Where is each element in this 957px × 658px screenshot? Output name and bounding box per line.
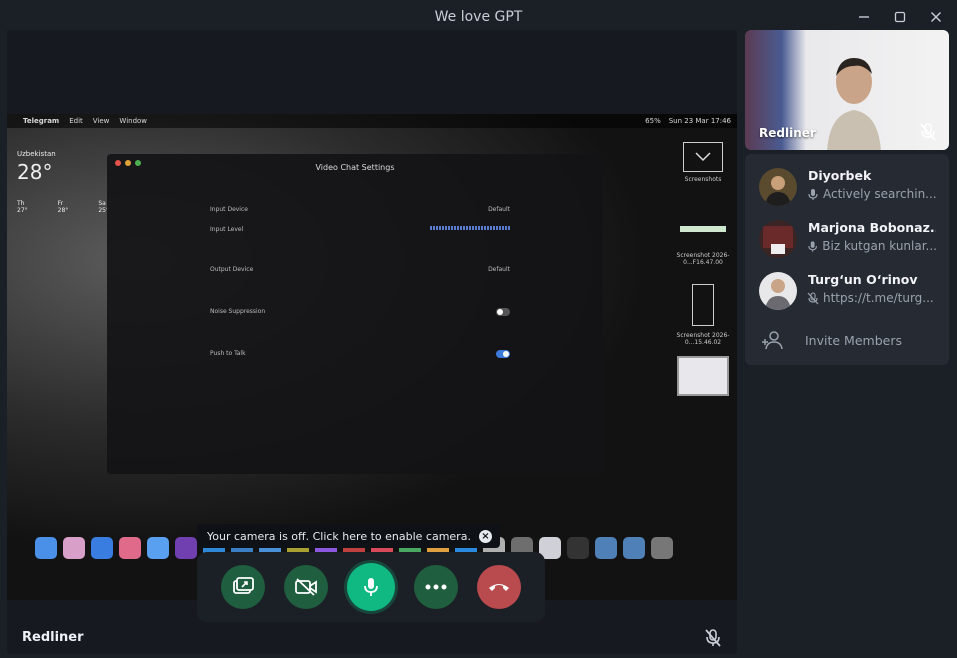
menubar-app: Telegram xyxy=(23,117,60,125)
menubar-battery: 65% xyxy=(645,117,661,125)
window-title: We love GPT xyxy=(434,9,523,25)
participant-video xyxy=(827,58,881,150)
menubar-item: Window xyxy=(119,117,148,125)
microphone-icon xyxy=(364,578,378,596)
video-chat-settings-window: Video Chat Settings Input Device Default … xyxy=(107,154,603,474)
call-controls-bar xyxy=(197,552,545,622)
screen-share-icon xyxy=(232,577,254,594)
mic-off-icon xyxy=(807,291,819,304)
microphone-button[interactable] xyxy=(346,563,395,611)
member-name: Marjona Bobonaz... xyxy=(808,220,936,235)
close-icon xyxy=(931,12,941,22)
weather-widget: Uzbekistan 28° Th 27° Fr 28° Sa 25° xyxy=(17,150,109,226)
desktop-folder: Screenshots xyxy=(673,142,733,183)
desktop-thumbnail xyxy=(677,356,729,396)
weather-temp: 28° xyxy=(17,160,53,184)
toast-text: Your camera is off. Click here to enable… xyxy=(207,529,471,543)
desktop-file: Screenshot 2026-0...F16.47.00 xyxy=(673,226,733,266)
call-window: We love GPT Telegram Edit View Window 65… xyxy=(0,0,957,658)
title-bar: We love GPT xyxy=(0,0,957,34)
stage-speaker-name: Redliner xyxy=(22,630,84,645)
member-name: Diyorbek xyxy=(808,168,872,183)
settings-row: Push to Talk xyxy=(210,350,510,358)
menubar-item: Edit xyxy=(69,117,83,125)
member-item[interactable]: Turg‘un O‘rinov https://t.me/turg... xyxy=(745,258,949,310)
desktop-file: Screenshot 2026-0...15.46.02 xyxy=(673,284,733,346)
chevron-down-icon xyxy=(683,142,723,172)
camera-button[interactable] xyxy=(283,565,328,609)
menubar-item: View xyxy=(92,117,110,125)
avatar xyxy=(759,272,797,310)
self-name: Redliner xyxy=(759,126,816,140)
microphone-icon xyxy=(808,240,817,252)
add-user-icon xyxy=(762,331,783,350)
more-dots-icon xyxy=(425,584,447,590)
maximize-icon xyxy=(894,11,906,23)
close-button[interactable] xyxy=(921,6,951,28)
shared-menubar: Telegram Edit View Window 65% Sun 23 Mar… xyxy=(7,114,737,128)
settings-row: Input Level xyxy=(210,226,510,233)
members-panel: Diyorbek Actively searchin... Marjona Bo… xyxy=(745,154,949,365)
toggle xyxy=(496,308,510,316)
video-off-icon xyxy=(294,578,317,596)
main-video-stage[interactable]: Telegram Edit View Window 65% Sun 23 Mar… xyxy=(7,30,737,654)
settings-row: Input Device Default xyxy=(210,206,510,213)
camera-off-toast[interactable]: Your camera is off. Click here to enable… xyxy=(197,524,500,548)
member-status: https://t.me/turg... xyxy=(807,291,937,305)
weather-day: Fr 28° xyxy=(57,200,69,214)
settings-row: Output Device Default xyxy=(210,266,510,273)
avatar xyxy=(759,168,797,206)
self-video-tile[interactable]: Redliner xyxy=(745,30,949,150)
microphone-icon xyxy=(808,188,818,200)
member-status: Biz kutgan kunlar... xyxy=(807,239,937,253)
screen-share-button[interactable] xyxy=(220,565,265,609)
invite-members-button[interactable]: Invite Members xyxy=(761,330,902,350)
weather-day: Th 27° xyxy=(17,200,28,214)
input-level-bar xyxy=(430,226,510,230)
mic-off-icon xyxy=(704,628,722,652)
member-name: Turg‘un O‘rinov xyxy=(808,272,918,287)
weather-city: Uzbekistan xyxy=(17,150,56,158)
window-controls xyxy=(849,6,951,28)
maximize-button[interactable] xyxy=(885,6,915,28)
menubar-clock: Sun 23 Mar 17:46 xyxy=(668,117,731,125)
member-item[interactable]: Diyorbek Actively searchin... xyxy=(745,154,949,206)
invite-label: Invite Members xyxy=(805,332,902,348)
end-call-button[interactable] xyxy=(477,565,522,609)
member-status: Actively searchin... xyxy=(807,187,937,201)
avatar xyxy=(759,220,797,258)
settings-row: Noise Suppression xyxy=(210,308,510,316)
minimize-button[interactable] xyxy=(849,6,879,28)
member-item[interactable]: Marjona Bobonaz... Biz kutgan kunlar... xyxy=(745,206,949,258)
settings-title: Video Chat Settings xyxy=(315,163,395,172)
phone-hangup-icon xyxy=(489,584,510,591)
minimize-icon xyxy=(859,16,869,18)
close-circle-icon[interactable]: × xyxy=(478,529,492,543)
mic-off-icon xyxy=(919,122,937,146)
more-button[interactable] xyxy=(414,565,459,609)
toggle xyxy=(496,350,510,358)
